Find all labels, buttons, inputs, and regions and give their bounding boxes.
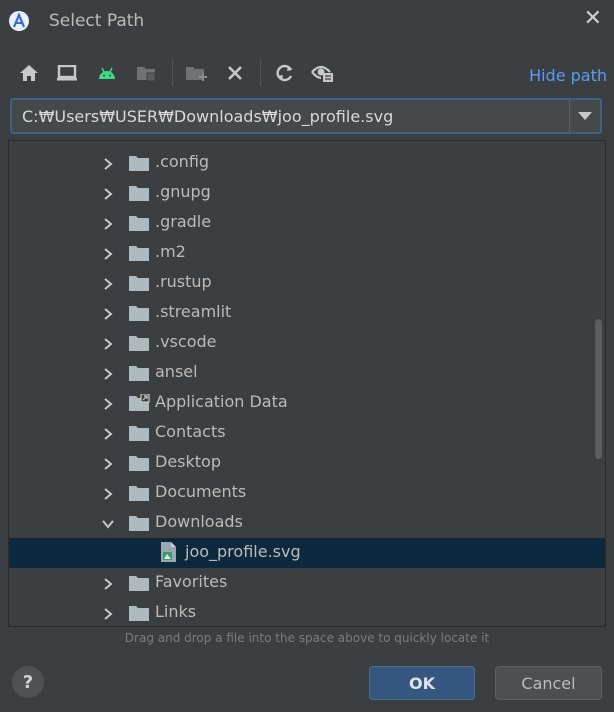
tree-folder-row[interactable]: Favorites bbox=[9, 568, 605, 598]
tree-folder-row[interactable]: .vscode bbox=[9, 328, 605, 358]
show-hidden-icon[interactable] bbox=[310, 58, 336, 88]
tree-folder-row[interactable]: Contacts bbox=[9, 418, 605, 448]
help-button[interactable]: ? bbox=[12, 666, 44, 698]
file-tree[interactable]: .config .gnupg .gradle .m2 .rustup .streamlit… bbox=[8, 140, 606, 627]
chevron-right-icon[interactable] bbox=[101, 606, 115, 620]
tree-folder-row[interactable]: Links bbox=[9, 598, 605, 626]
chevron-right-icon[interactable] bbox=[101, 306, 115, 320]
chevron-right-icon[interactable] bbox=[101, 486, 115, 500]
tree-folder-label: .config bbox=[155, 152, 210, 171]
folder-icon bbox=[128, 514, 150, 532]
path-input[interactable] bbox=[12, 100, 570, 132]
folder-icon bbox=[128, 244, 150, 262]
chevron-right-icon[interactable] bbox=[101, 216, 115, 230]
svg-file-icon bbox=[158, 542, 180, 562]
android-icon[interactable] bbox=[94, 58, 120, 88]
tree-folder-label: ansel bbox=[155, 362, 198, 381]
home-icon[interactable] bbox=[16, 58, 42, 88]
tree-folder-row[interactable]: .streamlit bbox=[9, 298, 605, 328]
tree-folder-label: Desktop bbox=[155, 452, 221, 471]
tree-folder-label: Application Data bbox=[155, 392, 288, 411]
folder-icon bbox=[128, 574, 150, 592]
chevron-right-icon[interactable] bbox=[101, 396, 115, 410]
hide-path-link[interactable]: Hide path bbox=[529, 66, 607, 85]
tree-folder-label: .streamlit bbox=[155, 302, 232, 321]
toolbar bbox=[14, 58, 614, 88]
chevron-down-icon[interactable] bbox=[101, 516, 115, 530]
refresh-icon[interactable] bbox=[272, 58, 298, 88]
folder-icon bbox=[128, 154, 150, 172]
ok-button[interactable]: OK bbox=[369, 666, 475, 700]
folder-icon bbox=[128, 454, 150, 472]
tree-folder-label: .gradle bbox=[155, 212, 212, 231]
folder-icon bbox=[128, 304, 150, 322]
tree-folder-row[interactable]: ansel bbox=[9, 358, 605, 388]
tree-folder-row[interactable]: Desktop bbox=[9, 448, 605, 478]
tree-folder-label: .vscode bbox=[155, 332, 217, 351]
chevron-right-icon[interactable] bbox=[101, 456, 115, 470]
dialog-title: Select Path bbox=[49, 11, 145, 31]
chevron-right-icon[interactable] bbox=[101, 246, 115, 260]
folder-icon bbox=[128, 424, 150, 442]
tree-folder-row[interactable]: Application Data bbox=[9, 388, 605, 418]
chevron-right-icon[interactable] bbox=[101, 186, 115, 200]
tree-folder-row[interactable]: Downloads bbox=[9, 508, 605, 538]
tree-file-row[interactable]: joo_profile.svg bbox=[9, 538, 605, 568]
tree-folder-label: Links bbox=[155, 602, 197, 621]
tree-folder-label: .rustup bbox=[155, 272, 212, 291]
close-icon[interactable]: ✕ bbox=[584, 6, 602, 31]
tree-folder-label: Downloads bbox=[155, 512, 243, 531]
folder-link-icon bbox=[128, 393, 150, 412]
path-history-dropdown[interactable] bbox=[569, 100, 600, 132]
folder-icon bbox=[128, 334, 150, 352]
module-icon[interactable] bbox=[134, 58, 160, 88]
tree-folder-row[interactable]: .config bbox=[9, 148, 605, 178]
drag-drop-hint: Drag and drop a file into the space abov… bbox=[124, 631, 490, 645]
chevron-right-icon[interactable] bbox=[101, 426, 115, 440]
android-studio-app-icon bbox=[9, 11, 29, 31]
title-bar: Select Path ✕ bbox=[0, 0, 614, 44]
tree-folder-row[interactable]: .rustup bbox=[9, 268, 605, 298]
chevron-right-icon[interactable] bbox=[101, 576, 115, 590]
desktop-icon[interactable] bbox=[54, 58, 80, 88]
chevron-right-icon[interactable] bbox=[101, 276, 115, 290]
tree-folder-row[interactable]: .m2 bbox=[9, 238, 605, 268]
folder-icon bbox=[128, 604, 150, 622]
folder-icon bbox=[128, 484, 150, 502]
chevron-right-icon[interactable] bbox=[101, 156, 115, 170]
chevron-right-icon[interactable] bbox=[101, 366, 115, 380]
tree-folder-row[interactable]: .gnupg bbox=[9, 178, 605, 208]
tree-folder-row[interactable]: Documents bbox=[9, 478, 605, 508]
folder-icon bbox=[128, 214, 150, 232]
folder-icon bbox=[128, 364, 150, 382]
folder-icon bbox=[128, 184, 150, 202]
cancel-button[interactable]: Cancel bbox=[495, 666, 602, 700]
tree-folder-label: .gnupg bbox=[155, 182, 211, 201]
tree-folder-label: Documents bbox=[155, 482, 247, 501]
tree-file-label: joo_profile.svg bbox=[185, 542, 301, 561]
chevron-down-icon bbox=[578, 111, 592, 120]
tree-folder-label: Favorites bbox=[155, 572, 228, 591]
delete-icon[interactable] bbox=[222, 58, 248, 88]
tree-folder-label: .m2 bbox=[155, 242, 186, 261]
tree-folder-row[interactable]: .gradle bbox=[9, 208, 605, 238]
folder-icon bbox=[128, 274, 150, 292]
path-field[interactable] bbox=[10, 98, 602, 134]
tree-scrollbar[interactable] bbox=[595, 319, 602, 459]
chevron-right-icon[interactable] bbox=[101, 336, 115, 350]
tree-folder-label: Contacts bbox=[155, 422, 226, 441]
new-folder-icon[interactable] bbox=[184, 58, 210, 88]
